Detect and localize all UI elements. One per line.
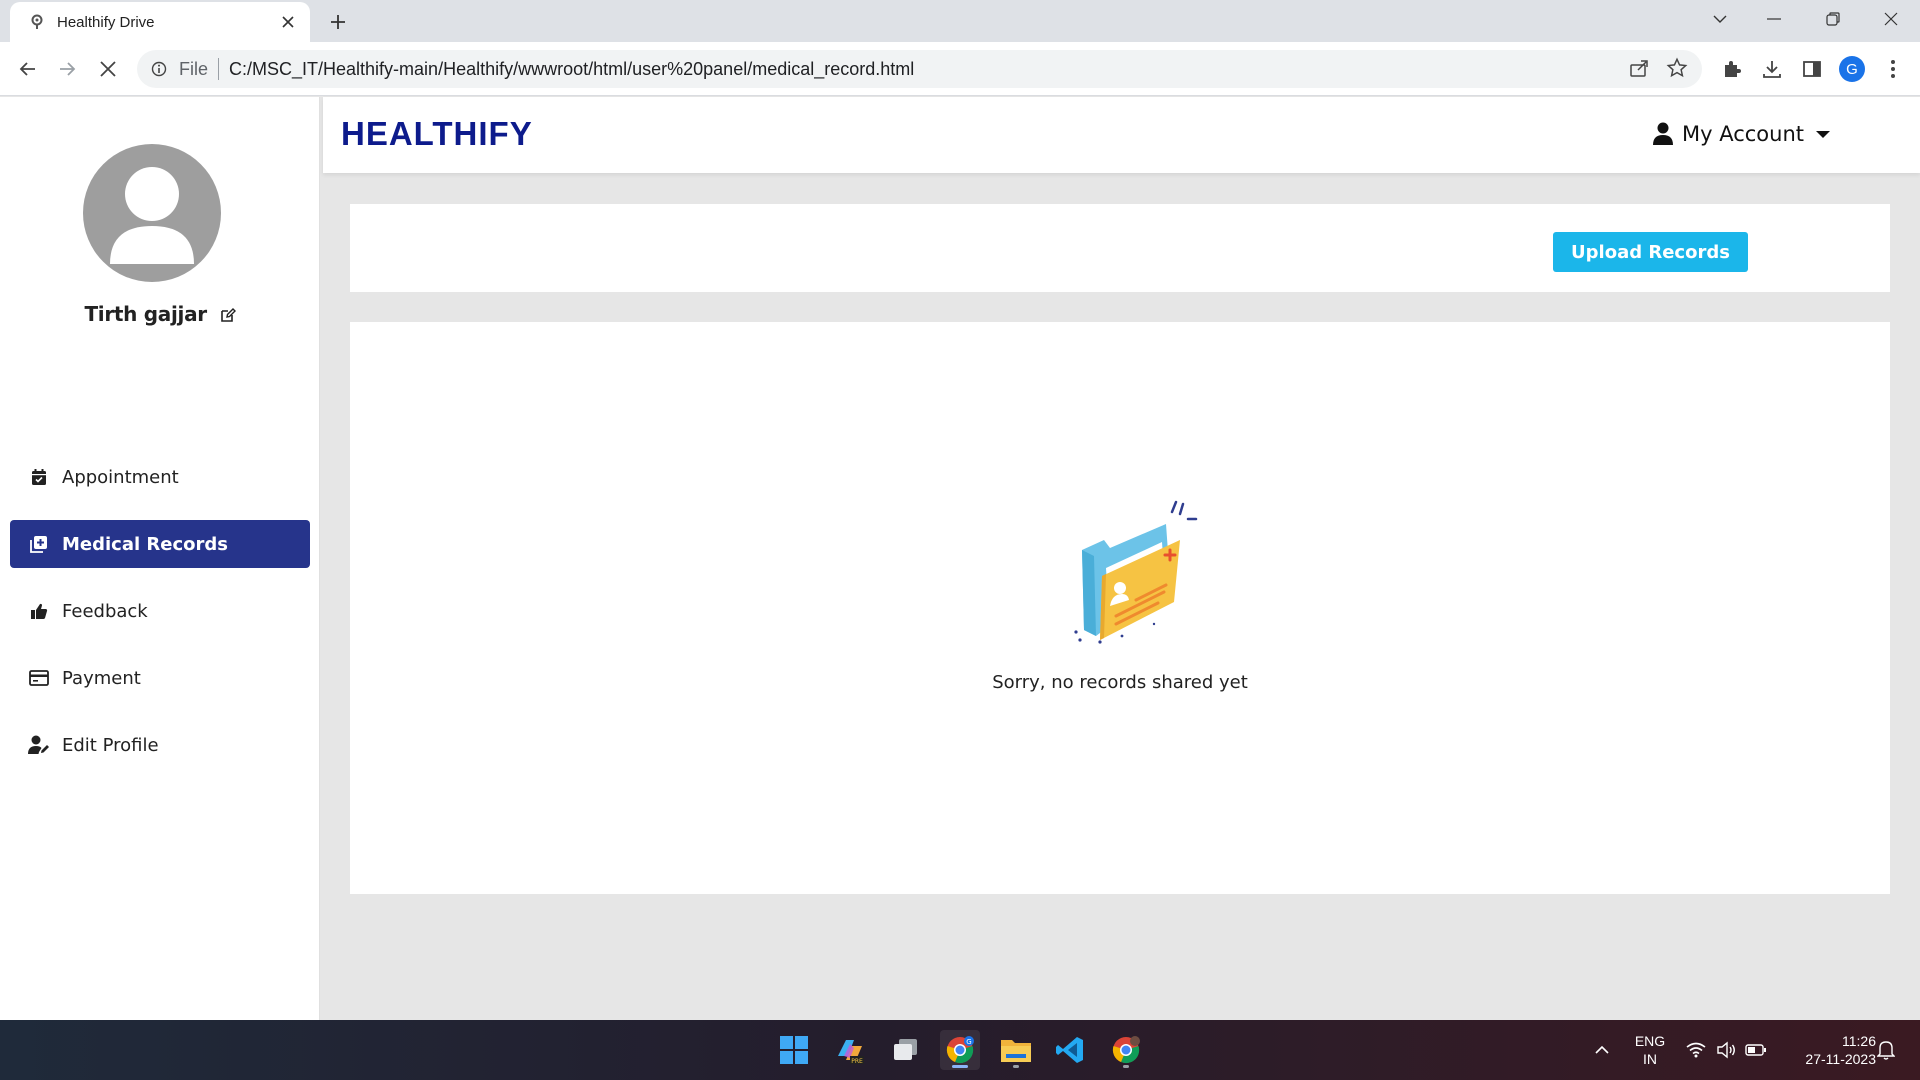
sidebar-item-label: Feedback: [62, 600, 148, 622]
side-panel-icon[interactable]: [1799, 56, 1825, 82]
sidebar-item-label: Medical Records: [62, 533, 229, 555]
user-icon: [1652, 122, 1673, 145]
credit-card-icon: [28, 667, 50, 689]
task-view-icon[interactable]: [886, 1030, 926, 1070]
calendar-check-icon: [28, 466, 50, 488]
browser-menu-icon[interactable]: [1880, 56, 1906, 82]
url-scheme-label: File: [179, 58, 209, 79]
sidebar-item-medical-records[interactable]: Medical Records: [10, 520, 310, 568]
site-favicon-icon: [27, 12, 47, 32]
upload-records-button[interactable]: Upload Records: [1553, 232, 1748, 272]
page-header: HEALTHIFY My Account: [323, 97, 1920, 173]
empty-records-message: Sorry, no records shared yet: [992, 672, 1248, 693]
url-separator: [218, 58, 220, 80]
user-edit-icon: [28, 734, 50, 756]
sidebar-menu: Appointment Medical Records Feedback Pay…: [10, 453, 310, 788]
browser-tab-strip: Healthify Drive: [0, 0, 1920, 42]
user-avatar[interactable]: [83, 144, 221, 282]
new-tab-button[interactable]: [325, 9, 351, 35]
thumbs-up-icon: [28, 600, 50, 622]
restore-button[interactable]: [1805, 0, 1861, 38]
battery-icon[interactable]: [1736, 1030, 1776, 1070]
edit-name-icon[interactable]: [220, 304, 236, 328]
extensions-puzzle-icon[interactable]: [1719, 56, 1745, 82]
forward-arrow-icon[interactable]: [53, 55, 81, 83]
medical-record-icon: [28, 533, 50, 555]
sidebar-item-label: Payment: [62, 667, 141, 689]
file-explorer-icon[interactable]: [996, 1030, 1036, 1070]
browser-toolbar: File C:/MSC_IT/Healthify-main/Healthify/…: [0, 42, 1920, 96]
brand-logo[interactable]: HEALTHIFY: [341, 115, 533, 153]
stop-loading-icon[interactable]: [94, 55, 122, 83]
svg-text:G: G: [966, 1038, 971, 1046]
user-name-text: Tirth gajjar: [84, 302, 207, 326]
share-icon[interactable]: [1628, 57, 1650, 84]
clock-date: 27-11-2023: [1805, 1051, 1876, 1067]
sidebar-item-label: Appointment: [62, 466, 179, 488]
sidebar-item-appointment[interactable]: Appointment: [10, 453, 310, 501]
sidebar-item-label: Edit Profile: [62, 734, 159, 756]
records-toolbar-card: Upload Records: [350, 204, 1890, 292]
vscode-icon[interactable]: [1050, 1030, 1090, 1070]
my-account-label: My Account: [1681, 122, 1804, 146]
sidebar-item-payment[interactable]: Payment: [10, 654, 310, 702]
site-info-icon[interactable]: [149, 59, 169, 79]
back-arrow-icon[interactable]: [14, 55, 42, 83]
sidebar-item-feedback[interactable]: Feedback: [10, 587, 310, 635]
notification-bell-icon[interactable]: [1866, 1030, 1906, 1070]
my-account-dropdown[interactable]: My Account: [1652, 122, 1830, 146]
bookmark-star-icon[interactable]: [1666, 57, 1688, 84]
tab-close-icon[interactable]: [276, 10, 300, 34]
sidebar: Tirth gajjar Appointment Medical Records…: [0, 97, 320, 1020]
system-clock[interactable]: 11:26 27-11-2023: [1776, 1032, 1876, 1068]
svg-text:PRE: PRE: [851, 1058, 863, 1065]
minimize-button[interactable]: [1746, 0, 1802, 38]
input-language-indicator[interactable]: ENG IN: [1630, 1032, 1670, 1068]
clock-time: 11:26: [1842, 1033, 1876, 1049]
chrome-profile-icon[interactable]: [1106, 1030, 1146, 1070]
user-name: Tirth gajjar: [0, 302, 320, 328]
tab-title: Healthify Drive: [57, 13, 155, 31]
language-code: ENG: [1634, 1033, 1666, 1049]
url-text[interactable]: C:/MSC_IT/Healthify-main/Healthify/wwwro…: [229, 59, 914, 80]
close-window-button[interactable]: [1863, 0, 1919, 38]
address-bar[interactable]: File C:/MSC_IT/Healthify-main/Healthify/…: [137, 50, 1702, 88]
sidebar-item-edit-profile[interactable]: Edit Profile: [10, 721, 310, 769]
downloads-icon[interactable]: [1759, 56, 1785, 82]
os-taskbar: PRE G ENG IN 11:26 27-11-2023: [0, 1020, 1920, 1080]
chevron-down-icon: [1816, 130, 1830, 138]
windows-start-icon[interactable]: [774, 1030, 814, 1070]
empty-folder-illustration: [1066, 490, 1206, 650]
copilot-icon[interactable]: PRE: [830, 1030, 870, 1070]
show-hidden-icons-chevron-icon[interactable]: [1582, 1030, 1622, 1070]
records-list-card: Sorry, no records shared yet: [350, 322, 1890, 894]
chrome-icon[interactable]: G: [940, 1030, 980, 1070]
tab-search-icon[interactable]: [1692, 0, 1748, 38]
region-code: IN: [1643, 1051, 1657, 1067]
profile-avatar[interactable]: G: [1839, 56, 1865, 82]
browser-tab[interactable]: Healthify Drive: [10, 2, 310, 42]
